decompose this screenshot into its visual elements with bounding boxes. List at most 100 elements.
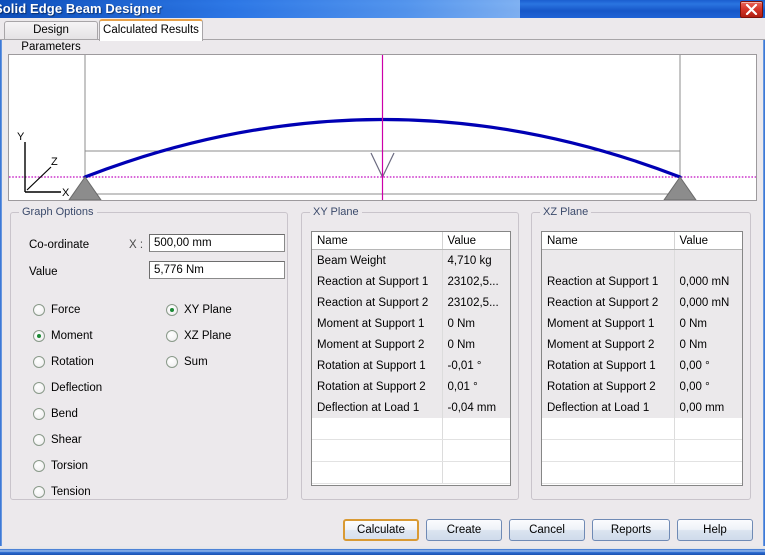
table-row-empty[interactable] (312, 461, 510, 484)
close-button[interactable] (740, 1, 763, 18)
radio-moment-mark (33, 330, 45, 342)
cell-value: 0,000 mN (674, 292, 742, 313)
window-bottom-border (0, 546, 765, 555)
radio-tension-mark (33, 486, 45, 498)
tab-design-parameters[interactable]: Design Parameters (4, 21, 98, 53)
radio-force-mark (33, 304, 45, 316)
create-button-label: Create (446, 524, 482, 536)
cell-name (312, 418, 443, 440)
xz-plane-col-value[interactable]: Value (674, 232, 742, 250)
table-row[interactable]: Rotation at Support 1 -0,01 ° (312, 355, 510, 376)
cell-value (442, 439, 510, 462)
table-row[interactable]: Moment at Support 20 Nm (312, 334, 510, 355)
table-row[interactable]: Rotation at Support 2 0,00 ° (542, 376, 742, 397)
cell-name: Rotation at Support 2 (542, 376, 675, 397)
xy-plane-legend: XY Plane (310, 206, 362, 218)
cell-value: 0,000 mN (674, 271, 742, 292)
table-row[interactable]: Moment at Support 10 Nm (542, 313, 742, 334)
table-row[interactable]: Reaction at Support 1 0,000 mN (542, 271, 742, 292)
tab-calculated-results-label: Calculated Results (103, 24, 199, 36)
cell-name (542, 418, 675, 440)
coordinate-axis-label: X : (129, 239, 144, 251)
xy-plane-col-name[interactable]: Name (312, 232, 443, 250)
table-row[interactable]: Rotation at Support 2 0,01 ° (312, 376, 510, 397)
xz-plane-legend: XZ Plane (540, 206, 592, 218)
window-titlebar: Solid Edge Beam Designer (0, 0, 765, 18)
radio-torsion-mark (33, 460, 45, 472)
tab-active-mask (100, 38, 202, 41)
xy-plane-table-wrap[interactable]: Name Value Beam Weight 4,710 kg Reaction a… (311, 231, 511, 486)
table-row[interactable]: Moment at Support 10 Nm (312, 313, 510, 334)
xy-plane-col-value[interactable]: Value (442, 232, 510, 250)
cell-name: Deflection at Load 1 (542, 397, 675, 418)
radio-deflection-mark (33, 382, 45, 394)
cell-name: Beam Weight (312, 249, 443, 271)
reports-button-label: Reports (610, 524, 652, 536)
xz-plane-group: XZ Plane Name Value Reaction at Support … (531, 206, 751, 500)
table-row[interactable]: Reaction at Support 2 0,000 mN (542, 292, 742, 313)
cell-value: 0 Nm (674, 334, 742, 355)
cell-value: 0 Nm (442, 334, 510, 355)
xz-plane-table: Name Value Reaction at Support 1 0,000 mN… (542, 232, 742, 484)
graph-options-group: Graph Options Co-ordinate X : Value Forc… (10, 206, 288, 500)
table-row[interactable]: Deflection at Load 1 -0,04 mm (312, 397, 510, 418)
radio-rotation-label: Rotation (51, 356, 94, 368)
cell-value: -0,01 ° (442, 355, 510, 376)
cell-value: 0 Nm (674, 313, 742, 334)
table-row[interactable]: Deflection at Load 1 0,00 mm (542, 397, 742, 418)
cell-value: 0,00 mm (674, 397, 742, 418)
axis-triad-icon: Y Z X (17, 131, 70, 199)
table-row[interactable]: Rotation at Support 1 0,00 ° (542, 355, 742, 376)
cell-value: 0,01 ° (442, 376, 510, 397)
radio-xz-plane-mark (166, 330, 178, 342)
calculate-button[interactable]: Calculate (343, 519, 419, 541)
calculate-button-label: Calculate (357, 524, 405, 536)
beam-designer-window: Solid Edge Beam Designer Design Paramete… (0, 0, 765, 555)
cancel-button[interactable]: Cancel (509, 519, 585, 541)
xz-plane-col-name[interactable]: Name (542, 232, 675, 250)
cell-name: Deflection at Load 1 (312, 397, 443, 418)
beam-graph-panel[interactable]: Y Z X (8, 54, 757, 201)
value-input[interactable] (149, 261, 285, 279)
radio-sum-label: Sum (184, 356, 208, 368)
cell-value: -0,04 mm (442, 397, 510, 418)
coordinate-input[interactable] (149, 234, 285, 252)
beam-graph: Y Z X (9, 55, 756, 200)
table-row[interactable]: Reaction at Support 1 23102,5... (312, 271, 510, 292)
cell-value: 4,710 kg (442, 249, 510, 271)
xz-plane-body: Reaction at Support 1 0,000 mN Reaction at… (542, 249, 742, 484)
create-button[interactable]: Create (426, 519, 502, 541)
radio-bend-mark (33, 408, 45, 420)
coordinate-label: Co-ordinate (29, 239, 90, 251)
table-row[interactable] (542, 249, 742, 271)
xz-plane-header-row: Name Value (542, 232, 742, 250)
help-button[interactable]: Help (677, 519, 753, 541)
radio-torsion-label: Torsion (51, 460, 89, 472)
close-icon (745, 4, 758, 15)
table-row[interactable]: Reaction at Support 2 23102,5... (312, 292, 510, 313)
table-row-empty[interactable] (312, 418, 510, 440)
table-row-empty[interactable] (542, 418, 742, 440)
cell-name: Moment at Support 1 (542, 313, 675, 334)
table-row[interactable]: Moment at Support 20 Nm (542, 334, 742, 355)
cell-value (674, 418, 742, 440)
table-row-empty[interactable] (312, 439, 510, 462)
value-label: Value (29, 266, 58, 278)
cell-value (674, 249, 742, 271)
table-row-empty[interactable] (542, 461, 742, 484)
table-row-empty[interactable] (542, 439, 742, 462)
radio-moment-label: Moment (51, 330, 93, 342)
xz-plane-table-wrap[interactable]: Name Value Reaction at Support 1 0,000 mN… (541, 231, 743, 486)
cell-name: Moment at Support 2 (312, 334, 443, 355)
cell-name: Reaction at Support 2 (542, 292, 675, 313)
reports-button[interactable]: Reports (592, 519, 670, 541)
cell-name (312, 439, 443, 462)
radio-xz-plane-label: XZ Plane (184, 330, 232, 342)
graph-options-legend: Graph Options (19, 206, 97, 218)
cell-name: Reaction at Support 2 (312, 292, 443, 313)
window-left-border (0, 18, 2, 546)
tabstrip: Design Parameters Calculated Results (0, 18, 765, 53)
table-row[interactable]: Beam Weight 4,710 kg (312, 249, 510, 271)
radio-tension-label: Tension (51, 486, 91, 498)
cell-value: 0 Nm (442, 313, 510, 334)
